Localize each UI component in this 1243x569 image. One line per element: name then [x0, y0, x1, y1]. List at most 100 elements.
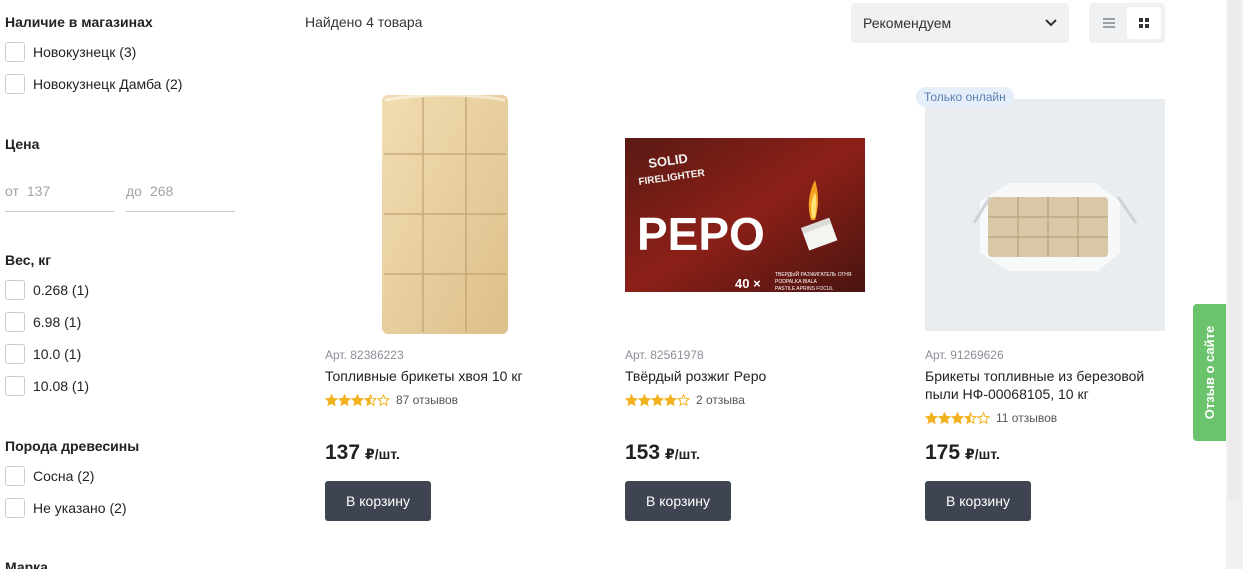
checkbox[interactable]: [5, 74, 25, 94]
product-card: Только онлайн Арт. 91269626 Брикеты топл…: [916, 87, 1165, 528]
list-view-button[interactable]: [1092, 7, 1126, 39]
product-price: 175 ₽/шт.: [925, 441, 1000, 465]
add-to-cart-button[interactable]: В корзину: [625, 481, 731, 521]
filter-option-label: Не указано (2): [33, 500, 127, 516]
star-icon: [964, 412, 977, 424]
price-unit: ₽/шт.: [965, 446, 1000, 462]
checkbox[interactable]: [5, 498, 25, 518]
price-to-input[interactable]: до 268: [126, 170, 235, 212]
filter-option-label: 6.98 (1): [33, 314, 82, 330]
filter-title-weight: Вес, кг: [5, 252, 52, 268]
scrollbar-thumb[interactable]: [1228, 0, 1241, 500]
filter-option-label: 10.08 (1): [33, 378, 90, 394]
pack-small-2: PODPALKA BIALA: [775, 279, 818, 285]
pack-brand: PEPO: [637, 208, 765, 260]
star-icon: [951, 412, 964, 424]
star-icon: [364, 394, 377, 406]
star-icon: [651, 394, 664, 406]
product-image[interactable]: [925, 88, 1165, 338]
add-to-cart-button[interactable]: В корзину: [925, 481, 1031, 521]
price-value: 175: [925, 441, 961, 464]
product-name[interactable]: Твёрдый розжиг Pepo: [625, 367, 870, 385]
feedback-tab[interactable]: Отзыв о сайте: [1193, 304, 1226, 441]
grid-icon: [1139, 18, 1149, 28]
filter-option-wood[interactable]: Сосна (2): [5, 465, 94, 487]
product-card: Арт. 82386223 Топливные брикеты хвоя 10 …: [325, 88, 565, 528]
pack-small-1: ТВЕРДЫЙ РАЗЖИГАТЕЛЬ ОГНЯ: [775, 270, 852, 278]
pack-count: 40 ×: [735, 276, 761, 291]
add-to-cart-button[interactable]: В корзину: [325, 481, 431, 521]
reviews-count[interactable]: 11 отзывов: [996, 411, 1057, 425]
product-article: Арт. 91269626: [925, 348, 1004, 362]
filter-option-label: 10.0 (1): [33, 346, 82, 362]
star-icon: [938, 412, 951, 424]
rating-stars: [325, 394, 390, 406]
product-article: Арт. 82386223: [325, 348, 404, 362]
filter-title-wood: Порода древесины: [5, 438, 140, 454]
product-image[interactable]: [325, 88, 565, 338]
filter-option-weight[interactable]: 10.0 (1): [5, 343, 81, 365]
list-icon: [1103, 18, 1115, 28]
product-price: 153 ₽/шт.: [625, 441, 700, 465]
sort-select[interactable]: Рекомендуем: [851, 3, 1069, 43]
checkbox[interactable]: [5, 376, 25, 396]
product-article: Арт. 82561978: [625, 348, 704, 362]
star-icon: [925, 412, 938, 424]
results-count: Найдено 4 товара: [305, 14, 423, 30]
star-icon: [677, 394, 690, 406]
feedback-tab-label: Отзыв о сайте: [1202, 325, 1217, 420]
filter-title-brand: Марка: [5, 559, 48, 569]
filter-option-novokuznetsk[interactable]: Новокузнецк (3): [5, 41, 136, 63]
filter-option-weight[interactable]: 10.08 (1): [5, 375, 89, 397]
star-icon: [377, 394, 390, 406]
filter-option-label: Сосна (2): [33, 468, 95, 484]
online-only-badge: Только онлайн: [916, 87, 1014, 107]
product-card: SOLID FIRELIGHTER PEPO 40 × ТВЕРДЫЙ РАЗЖ…: [625, 88, 865, 528]
star-icon: [977, 412, 990, 424]
rating-stars: [925, 412, 990, 424]
price-unit: ₽/шт.: [365, 446, 400, 462]
price-from-placeholder: 137: [26, 182, 51, 199]
product-price: 137 ₽/шт.: [325, 441, 400, 465]
chevron-down-icon: [1045, 17, 1057, 29]
filter-option-weight[interactable]: 0.268 (1): [5, 279, 89, 301]
reviews-count[interactable]: 87 отзывов: [396, 393, 458, 407]
sort-selected-value: Рекомендуем: [863, 15, 952, 31]
checkbox[interactable]: [5, 312, 25, 332]
filter-option-wood[interactable]: Не указано (2): [5, 497, 127, 519]
filter-option-label: 0.268 (1): [33, 282, 90, 298]
star-icon: [338, 394, 351, 406]
star-icon: [325, 394, 338, 406]
product-rating: 11 отзывов: [925, 411, 1057, 425]
product-name[interactable]: Брикеты топливные из березовой пыли НФ-0…: [925, 367, 1170, 403]
price-from-input[interactable]: от 137: [5, 170, 114, 212]
checkbox[interactable]: [5, 280, 25, 300]
grid-view-button[interactable]: [1127, 7, 1161, 39]
product-name[interactable]: Топливные брикеты хвоя 10 кг: [325, 367, 570, 385]
product-image[interactable]: SOLID FIRELIGHTER PEPO 40 × ТВЕРДЫЙ РАЗЖ…: [625, 88, 865, 338]
product-rating: 87 отзывов: [325, 393, 458, 407]
filter-title-availability: Наличие в магазинах: [5, 14, 153, 30]
price-from-prefix: от: [5, 182, 19, 199]
reviews-count[interactable]: 2 отзыва: [696, 393, 745, 407]
price-to-placeholder: 268: [149, 182, 174, 199]
filter-option-label: Новокузнецк Дамба (2): [33, 76, 183, 92]
filter-option-label: Новокузнецк (3): [33, 44, 137, 60]
star-icon: [638, 394, 651, 406]
star-icon: [625, 394, 638, 406]
price-value: 137: [325, 441, 361, 464]
checkbox[interactable]: [5, 42, 25, 62]
price-unit: ₽/шт.: [665, 446, 700, 462]
price-value: 153: [625, 441, 661, 464]
checkbox[interactable]: [5, 466, 25, 486]
star-icon: [664, 394, 677, 406]
filter-option-novokuznetsk-damba[interactable]: Новокузнецк Дамба (2): [5, 73, 182, 95]
product-rating: 2 отзыва: [625, 393, 745, 407]
checkbox[interactable]: [5, 344, 25, 364]
star-icon: [351, 394, 364, 406]
view-toggle: [1089, 3, 1165, 43]
price-to-prefix: до: [126, 182, 142, 199]
pack-small-3: PASTILE APRINS FOCUL: [775, 286, 833, 292]
filter-option-weight[interactable]: 6.98 (1): [5, 311, 81, 333]
rating-stars: [625, 394, 690, 406]
